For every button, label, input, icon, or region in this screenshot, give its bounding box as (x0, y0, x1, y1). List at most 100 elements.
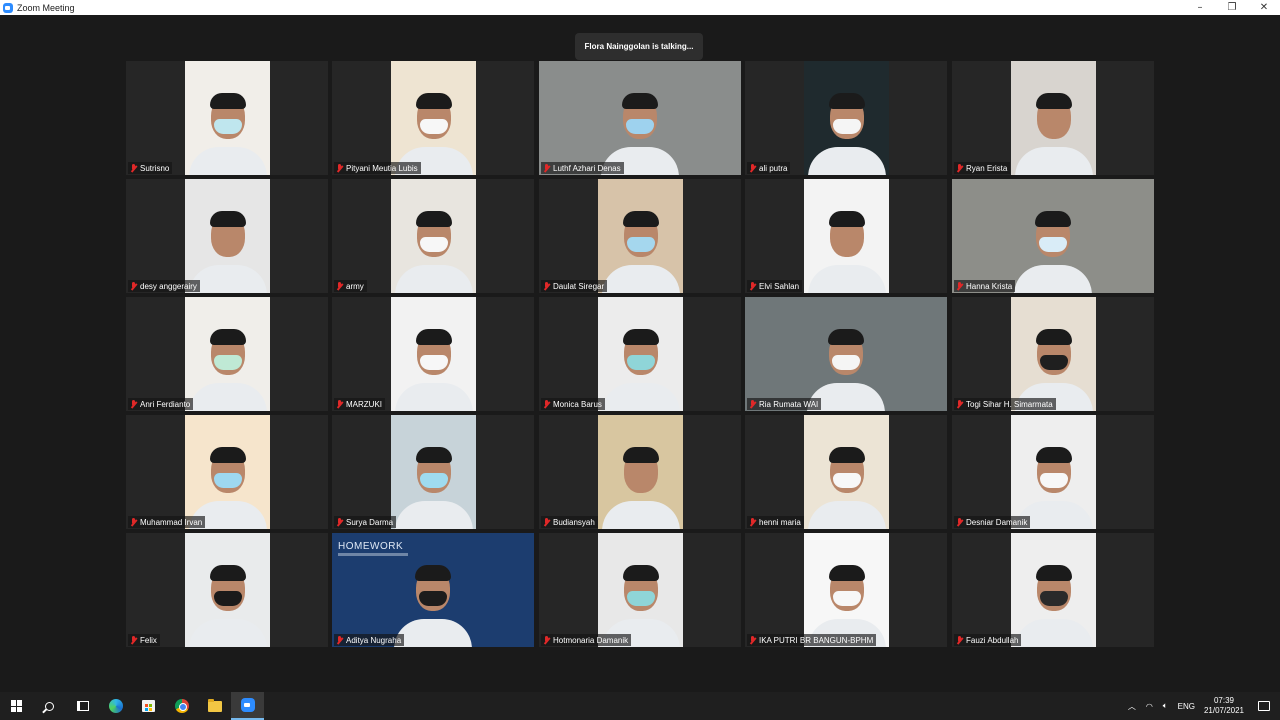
participant-name-tag: Luthf Azhari Denas (541, 162, 624, 174)
participant-video (804, 533, 889, 647)
chevron-up-icon[interactable]: ︿ (1128, 701, 1136, 712)
participant-silhouette (601, 415, 681, 529)
zoom-taskbar-button[interactable] (231, 692, 264, 720)
maximize-button[interactable]: ❐ (1216, 0, 1248, 15)
participant-silhouette (188, 533, 268, 647)
participant-tile[interactable]: Surya Darma (332, 415, 534, 529)
participant-silhouette (188, 297, 268, 411)
search-button[interactable] (33, 692, 66, 720)
participant-silhouette (806, 297, 886, 411)
participant-tile[interactable]: ali putra (745, 61, 947, 175)
system-tray: ︿ ◠ 🔈︎ ENG 07:39 21/07/2021 (1123, 692, 1280, 720)
edge-button[interactable] (99, 692, 132, 720)
participant-name-tag: Hanna Krista (954, 280, 1016, 292)
participant-tile[interactable]: IKA PUTRI BR BANGUN-BPHM (745, 533, 947, 647)
start-button[interactable] (0, 692, 33, 720)
participant-name-tag: Aditya Nugraha (334, 634, 405, 646)
participant-video (185, 61, 270, 175)
participant-video (391, 415, 476, 529)
participant-video (185, 533, 270, 647)
participant-name-tag: Budiansyah (541, 516, 598, 528)
muted-mic-icon (956, 281, 963, 291)
participant-tile[interactable]: MARZUKI (332, 297, 534, 411)
file-explorer-button[interactable] (198, 692, 231, 720)
muted-mic-icon (749, 281, 756, 291)
participant-tile[interactable]: Ria Rumata WAI (745, 297, 947, 411)
folder-icon (207, 698, 222, 712)
participant-video (185, 297, 270, 411)
zoom-icon (240, 698, 255, 712)
minimize-button[interactable]: – (1184, 0, 1216, 15)
participant-tile[interactable]: Muhammad Irvan (126, 415, 328, 529)
participant-tile[interactable]: Desniar Damanik (952, 415, 1154, 529)
participant-video (1011, 297, 1096, 411)
participant-video (185, 415, 270, 529)
notifications-icon[interactable] (1258, 701, 1270, 711)
muted-mic-icon (749, 635, 756, 645)
muted-mic-icon (130, 399, 137, 409)
participant-tile[interactable]: Budiansyah (539, 415, 741, 529)
store-icon (142, 700, 155, 712)
network-icon[interactable]: ◠ (1146, 702, 1153, 711)
muted-mic-icon (749, 399, 756, 409)
participant-tile[interactable]: Felix (126, 533, 328, 647)
participant-name-tag: Daulat Siregar (541, 280, 608, 292)
participant-silhouette (600, 61, 680, 175)
participant-tile[interactable]: Luthf Azhari Denas (539, 61, 741, 175)
participant-video: HOMEWORK (332, 533, 534, 647)
participant-name-tag: MARZUKI (334, 398, 385, 410)
participant-tile[interactable]: Fauzi Abdullah (952, 533, 1154, 647)
participant-name: Desniar Damanik (966, 517, 1028, 527)
participant-silhouette (1013, 179, 1093, 293)
participant-silhouette (1014, 533, 1094, 647)
participant-name-tag: henni maria (747, 516, 804, 528)
participant-video (391, 61, 476, 175)
participant-tile[interactable]: Anri Ferdianto (126, 297, 328, 411)
participant-tile[interactable]: Monica Barus (539, 297, 741, 411)
participant-name: Surya Darma (346, 517, 394, 527)
participant-video (1011, 415, 1096, 529)
participant-name-tag: Sutrisno (128, 162, 173, 174)
participant-name: Pityani Meutia Lubis (346, 163, 418, 173)
participant-tile[interactable]: Sutrisno (126, 61, 328, 175)
close-button[interactable]: ✕ (1248, 0, 1280, 15)
participant-silhouette (394, 179, 474, 293)
participant-video (952, 179, 1154, 293)
active-speaker-indicator: Flora Nainggolan is talking... (575, 33, 703, 60)
participant-tile[interactable]: army (332, 179, 534, 293)
participant-video (539, 61, 741, 175)
participant-silhouette (1014, 415, 1094, 529)
participant-tile[interactable]: Daulat Siregar (539, 179, 741, 293)
muted-mic-icon (130, 281, 137, 291)
participant-tile[interactable]: Togi Sihar H. Simarmata (952, 297, 1154, 411)
muted-mic-icon (543, 281, 550, 291)
muted-mic-icon (956, 163, 963, 173)
clock[interactable]: 07:39 21/07/2021 (1204, 696, 1244, 716)
participant-tile[interactable]: henni maria (745, 415, 947, 529)
participant-silhouette (188, 61, 268, 175)
background-logo: HOMEWORK (338, 541, 404, 552)
participant-name-tag: Desniar Damanik (954, 516, 1031, 528)
participant-video (1011, 61, 1096, 175)
participant-name: desy anggerairy (140, 281, 197, 291)
language-indicator[interactable]: ENG (1178, 702, 1195, 711)
participant-tile[interactable]: Hotmonaria Damanik (539, 533, 741, 647)
participant-tile[interactable]: desy anggerairy (126, 179, 328, 293)
participant-name: Luthf Azhari Denas (553, 163, 621, 173)
participant-video (391, 297, 476, 411)
participant-tile[interactable]: Elvi Sahlan (745, 179, 947, 293)
participant-tile[interactable]: Pityani Meutia Lubis (332, 61, 534, 175)
volume-icon[interactable]: 🔈︎ (1163, 701, 1168, 711)
participant-name-tag: Surya Darma (334, 516, 397, 528)
participant-tile[interactable]: HOMEWORK Aditya Nugraha (332, 533, 534, 647)
participant-tile[interactable]: Ryan Erista (952, 61, 1154, 175)
participant-video (804, 61, 889, 175)
chrome-button[interactable] (165, 692, 198, 720)
participant-tile[interactable]: Hanna Krista (952, 179, 1154, 293)
participant-silhouette (601, 297, 681, 411)
muted-mic-icon (336, 163, 343, 173)
task-view-button[interactable] (66, 692, 99, 720)
participant-name-tag: Ria Rumata WAI (747, 398, 822, 410)
store-button[interactable] (132, 692, 165, 720)
participant-silhouette (601, 179, 681, 293)
